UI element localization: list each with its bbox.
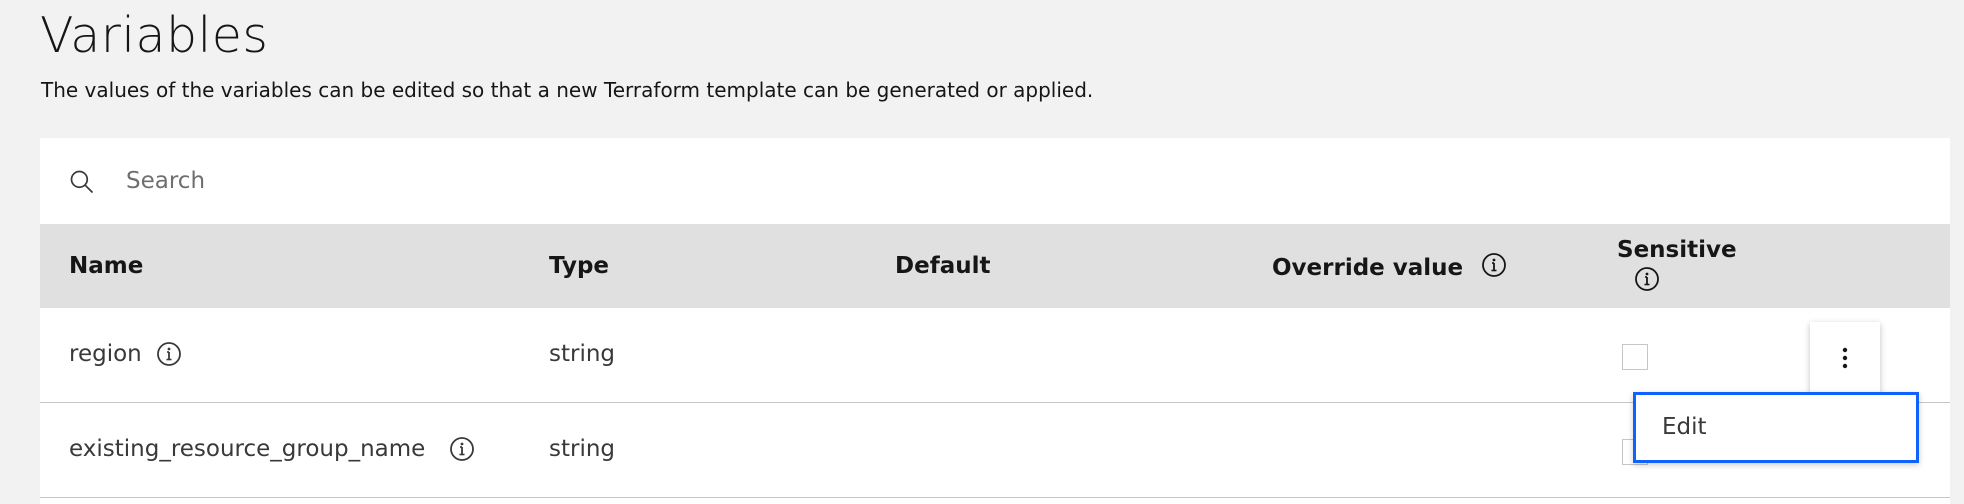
information-icon[interactable] [1634,266,1660,292]
search-icon [70,170,94,194]
menu-item-edit[interactable]: Edit [1662,413,1707,441]
overflow-menu-button[interactable] [1810,322,1880,394]
search-bar [40,138,1950,224]
overflow-menu-vertical-icon [1842,347,1848,369]
variable-name: region [69,341,142,367]
variable-type: string [549,341,616,367]
table-row: region string [40,308,1950,403]
column-header-type: Type [549,253,610,279]
table-header: Name Type Default Override value Sensiti… [40,224,1950,308]
overflow-menu: Edit [1633,392,1919,463]
information-icon[interactable] [1481,252,1507,278]
column-header-override-value: Override value [1272,252,1507,282]
variable-name: existing_resource_group_name [69,436,426,462]
column-header-default: Default [895,253,991,279]
page-description: The values of the variables can be edite… [41,78,1094,102]
column-header-name: Name [69,253,144,279]
information-icon[interactable] [449,436,475,462]
column-header-sensitive: Sensitive [1617,237,1737,263]
sensitive-checkbox[interactable] [1622,344,1648,370]
column-header-override-label: Override value [1272,255,1464,281]
information-icon[interactable] [156,341,182,367]
page-title: Variables [40,7,269,64]
search-input[interactable] [126,160,1826,202]
variable-type: string [549,436,616,462]
